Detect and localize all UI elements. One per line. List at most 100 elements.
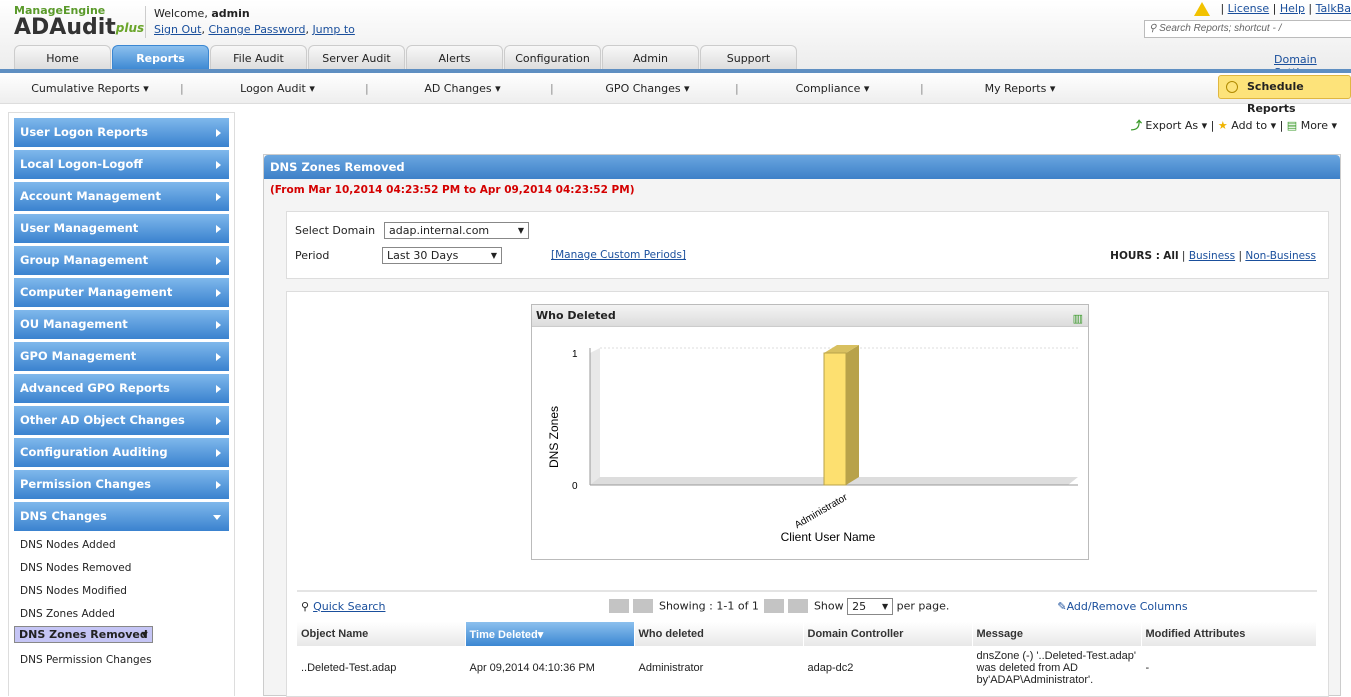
warning-icon[interactable] (1194, 2, 1211, 16)
export-icon: ⤴ (1130, 119, 1142, 132)
sidebar-sub-dns-nodes-added[interactable]: DNS Nodes Added (14, 534, 229, 557)
search-icon: ⚲ (1149, 23, 1160, 34)
tab-admin[interactable]: Admin (602, 45, 699, 70)
sidebar-item-user-logon-reports[interactable]: User Logon Reports (14, 118, 229, 147)
subnav-cumulative-reports[interactable]: Cumulative Reports ▾ (0, 82, 180, 95)
more-menu[interactable]: More ▾ (1301, 119, 1337, 132)
search-placeholder: Search Reports; shortcut - / (1159, 23, 1282, 34)
jump-to-link[interactable]: Jump to (312, 23, 354, 36)
license-link[interactable]: License (1228, 2, 1269, 15)
next-page-button[interactable] (764, 599, 785, 613)
tab-home[interactable]: Home (14, 45, 111, 70)
table-toolbar: ⚲ Quick Search Showing : 1-1 of 1 Show 2… (297, 590, 1317, 620)
first-page-button[interactable] (609, 599, 630, 613)
tab-support[interactable]: Support (700, 45, 797, 70)
add-to-menu[interactable]: Add to ▾ (1231, 119, 1276, 132)
separator: | (365, 81, 369, 95)
hours-all[interactable]: All (1163, 250, 1178, 262)
col-object-name[interactable]: Object Name (297, 622, 466, 646)
period-select[interactable]: Last 30 Days (382, 247, 502, 264)
separator: | (550, 81, 554, 95)
sidebar-item-permission-changes[interactable]: Permission Changes (14, 470, 229, 499)
logo[interactable]: ManageEngine ADAuditplus (14, 4, 144, 39)
cell-modified-attributes: - (1141, 646, 1317, 690)
tab-server-audit[interactable]: Server Audit (308, 45, 405, 70)
sidebar-item-gpo-management[interactable]: GPO Management (14, 342, 229, 371)
col-modified-attributes[interactable]: Modified Attributes (1141, 622, 1317, 646)
sidebar-item-computer-management[interactable]: Computer Management (14, 278, 229, 307)
sidebar-sub-dns-permission-changes[interactable]: DNS Permission Changes (14, 649, 229, 672)
more-icon: ▤ (1286, 119, 1298, 132)
quick-search-icon: ⚲ (301, 599, 310, 613)
domain-value: adap.internal.com (389, 224, 490, 237)
show-label: Show (813, 599, 844, 612)
tab-alerts[interactable]: Alerts (406, 45, 503, 70)
per-page-select[interactable]: 25 (847, 597, 894, 615)
sidebar-item-user-management[interactable]: User Management (14, 214, 229, 243)
change-password-link[interactable]: Change Password (208, 23, 305, 36)
cell-who-deleted: Administrator (634, 646, 804, 690)
col-who-deleted[interactable]: Who deleted (634, 622, 804, 646)
showing-label: Showing : (658, 599, 713, 612)
sidebar-item-other-ad-object-changes[interactable]: Other AD Object Changes (14, 406, 229, 435)
tab-file-audit[interactable]: File Audit (210, 45, 307, 70)
chart-type-icon[interactable]: ▥ (1073, 308, 1083, 330)
period-label: Period (295, 249, 330, 262)
sidebar-sub-dns-zones-added[interactable]: DNS Zones Added (14, 603, 229, 626)
cell-time-deleted: Apr 09,2014 04:10:36 PM (465, 646, 635, 690)
sidebar-sub-dns-nodes-removed[interactable]: DNS Nodes Removed (14, 557, 229, 580)
subnav-compliance[interactable]: Compliance ▾ (745, 82, 920, 95)
separator: | (180, 81, 184, 95)
chart-back-wall (590, 348, 600, 485)
subnav-logon-audit[interactable]: Logon Audit ▾ (190, 82, 365, 95)
hours-non-business-link[interactable]: Non-Business (1245, 250, 1316, 262)
col-message[interactable]: Message (972, 622, 1142, 646)
domain-select[interactable]: adap.internal.com (384, 222, 529, 239)
sidebar-item-configuration-auditing[interactable]: Configuration Auditing (14, 438, 229, 467)
separator: | (920, 81, 924, 95)
sidebar-item-ou-management[interactable]: OU Management (14, 310, 229, 339)
export-as-menu[interactable]: Export As ▾ (1145, 119, 1207, 132)
sign-out-link[interactable]: Sign Out (154, 23, 201, 36)
last-page-button[interactable] (788, 599, 809, 613)
sidebar-item-group-management[interactable]: Group Management (14, 246, 229, 275)
period-value: Last 30 Days (387, 249, 459, 262)
quick-search-link[interactable]: Quick Search (313, 600, 385, 613)
tab-configuration[interactable]: Configuration (504, 45, 601, 70)
sidebar-sub-dns-nodes-modified[interactable]: DNS Nodes Modified (14, 580, 229, 603)
username: admin (211, 7, 250, 20)
sidebar-item-advanced-gpo-reports[interactable]: Advanced GPO Reports (14, 374, 229, 403)
sidebar-item-dns-changes[interactable]: DNS Changes (14, 502, 229, 531)
bar (823, 352, 847, 486)
top-links: | License | Help | TalkBa (1194, 2, 1351, 16)
prev-page-button[interactable] (633, 599, 654, 613)
search-input[interactable]: ⚲ Search Reports; shortcut - / (1144, 20, 1351, 38)
subnav-my-reports[interactable]: My Reports ▾ (930, 82, 1110, 95)
per-page-value: 25 (852, 599, 867, 613)
report-date-range: (From Mar 10,2014 04:23:52 PM to Apr 09,… (264, 179, 1340, 201)
tab-reports[interactable]: Reports (112, 45, 209, 70)
bar-side (846, 345, 859, 485)
add-remove-columns-button[interactable]: ✎Add/Remove Columns (1057, 600, 1187, 613)
sidebar-item-local-logon-logoff[interactable]: Local Logon-Logoff (14, 150, 229, 179)
clock-icon (1226, 81, 1238, 93)
manage-custom-periods-link[interactable]: [Manage Custom Periods] (551, 249, 686, 261)
y-tick-label: 0 (572, 481, 578, 492)
edit-columns-icon: ✎ (1057, 599, 1067, 613)
sidebar: User Logon Reports Local Logon-Logoff Ac… (8, 112, 235, 696)
y-axis-label: DNS Zones (547, 406, 561, 468)
subnav-gpo-changes[interactable]: GPO Changes ▾ (560, 82, 735, 95)
hours-business-link[interactable]: Business (1189, 250, 1235, 262)
table-row[interactable]: ..Deleted-Test.adap Apr 09,2014 04:10:36… (297, 646, 1317, 690)
subnav-ad-changes[interactable]: AD Changes ▾ (375, 82, 550, 95)
col-time-deleted[interactable]: Time Deleted▾ (465, 622, 635, 646)
sidebar-sub-dns-zones-removed[interactable]: DNS Zones Removed (14, 626, 153, 643)
chart-title: Who Deleted (536, 309, 616, 322)
chart-svg: DNS Zones Client User Name 0 1 Administrat… (547, 345, 1078, 544)
talkback-link[interactable]: TalkBa (1316, 2, 1351, 15)
col-domain-controller[interactable]: Domain Controller (803, 622, 973, 646)
schedule-reports-button[interactable]: Schedule Reports (1218, 75, 1351, 115)
sidebar-item-account-management[interactable]: Account Management (14, 182, 229, 211)
report-table: Object Name Time Deleted▾ Who deleted Do… (297, 622, 1317, 690)
help-link[interactable]: Help (1280, 2, 1305, 15)
